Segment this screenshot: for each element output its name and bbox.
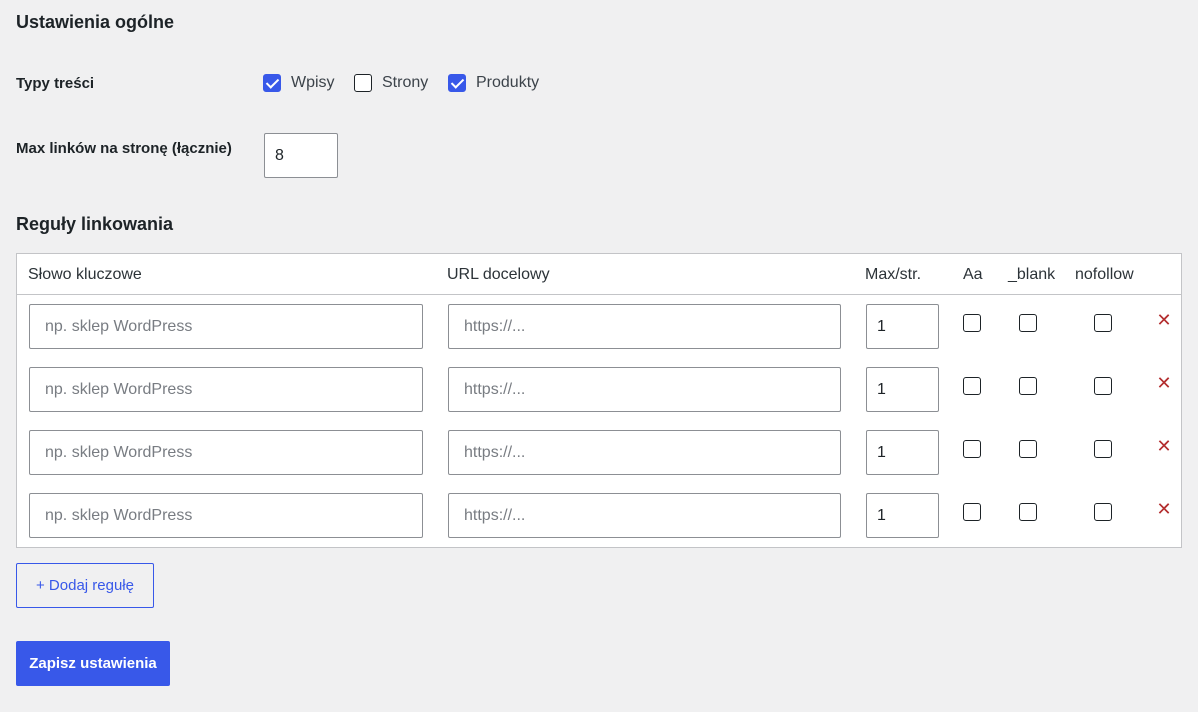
table-row: np. sklep WordPress https://... 1 ✕ — [17, 304, 1181, 367]
case-sensitive-checkbox[interactable] — [963, 377, 981, 395]
max-per-page-value: 1 — [877, 443, 886, 461]
checkbox-produkty[interactable] — [448, 74, 466, 92]
nofollow-checkbox[interactable] — [1094, 377, 1112, 395]
checkbox-label-produkty: Produkty — [476, 74, 540, 91]
nofollow-checkbox[interactable] — [1094, 314, 1112, 332]
table-row: np. sklep WordPress https://... 1 ✕ — [17, 493, 1181, 556]
url-input[interactable]: https://... — [448, 304, 841, 349]
url-placeholder: https://... — [464, 380, 526, 398]
checkbox-wpisy[interactable] — [263, 74, 281, 92]
checkbox-strony[interactable] — [354, 74, 372, 92]
case-sensitive-checkbox[interactable] — [963, 503, 981, 521]
column-nofollow: nofollow — [1075, 266, 1134, 283]
blank-checkbox[interactable] — [1019, 503, 1037, 521]
close-icon[interactable]: ✕ — [1156, 374, 1172, 392]
max-links-value: 8 — [275, 146, 284, 164]
nofollow-checkbox[interactable] — [1094, 440, 1112, 458]
keyword-input[interactable]: np. sklep WordPress — [29, 367, 423, 412]
nofollow-checkbox[interactable] — [1094, 503, 1112, 521]
url-input[interactable]: https://... — [448, 493, 841, 538]
close-icon[interactable]: ✕ — [1156, 311, 1172, 329]
max-per-page-input[interactable]: 1 — [866, 367, 939, 412]
max-per-page-input[interactable]: 1 — [866, 493, 939, 538]
linking-rules-title: Reguły linkowania — [16, 214, 174, 234]
close-icon[interactable]: ✕ — [1156, 500, 1172, 518]
url-input[interactable]: https://... — [448, 430, 841, 475]
add-rule-button[interactable]: + Dodaj regułę — [16, 563, 154, 608]
save-settings-button[interactable]: Zapisz ustawienia — [16, 641, 170, 686]
keyword-input[interactable]: np. sklep WordPress — [29, 493, 423, 538]
keyword-placeholder: np. sklep WordPress — [45, 443, 193, 461]
content-types-label: Typy treści — [16, 75, 95, 92]
table-row: np. sklep WordPress https://... 1 ✕ — [17, 430, 1181, 493]
max-per-page-value: 1 — [877, 317, 886, 335]
table-row: np. sklep WordPress https://... 1 ✕ — [17, 367, 1181, 430]
general-settings-title: Ustawienia ogólne — [16, 12, 175, 32]
case-sensitive-checkbox[interactable] — [963, 440, 981, 458]
keyword-input[interactable]: np. sklep WordPress — [29, 430, 423, 475]
url-placeholder: https://... — [464, 506, 526, 524]
max-per-page-value: 1 — [877, 506, 886, 524]
blank-checkbox[interactable] — [1019, 440, 1037, 458]
url-placeholder: https://... — [464, 443, 526, 461]
url-placeholder: https://... — [464, 317, 526, 335]
max-per-page-value: 1 — [877, 380, 886, 398]
max-per-page-input[interactable]: 1 — [866, 304, 939, 349]
checkbox-label-wpisy: Wpisy — [291, 74, 335, 91]
column-url: URL docelowy — [447, 266, 550, 283]
blank-checkbox[interactable] — [1019, 314, 1037, 332]
keyword-placeholder: np. sklep WordPress — [45, 317, 193, 335]
keyword-placeholder: np. sklep WordPress — [45, 506, 193, 524]
keyword-input[interactable]: np. sklep WordPress — [29, 304, 423, 349]
case-sensitive-checkbox[interactable] — [963, 314, 981, 332]
checkbox-option-strony[interactable]: Strony — [354, 74, 428, 92]
checkbox-option-wpisy[interactable]: Wpisy — [263, 74, 335, 92]
column-case: Aa — [963, 266, 983, 283]
column-keyword: Słowo kluczowe — [28, 266, 142, 283]
max-per-page-input[interactable]: 1 — [866, 430, 939, 475]
url-input[interactable]: https://... — [448, 367, 841, 412]
blank-checkbox[interactable] — [1019, 377, 1037, 395]
max-links-label: Max linków na stronę (łącznie) — [16, 140, 232, 157]
close-icon[interactable]: ✕ — [1156, 437, 1172, 455]
rules-table-header: Słowo kluczowe URL docelowy Max/str. Aa … — [17, 254, 1181, 295]
column-blank: _blank — [1008, 266, 1056, 283]
column-max: Max/str. — [865, 266, 922, 283]
rules-table: Słowo kluczowe URL docelowy Max/str. Aa … — [16, 253, 1182, 548]
max-links-input[interactable]: 8 — [264, 133, 338, 178]
checkbox-label-strony: Strony — [382, 74, 429, 91]
keyword-placeholder: np. sklep WordPress — [45, 380, 193, 398]
checkbox-option-produkty[interactable]: Produkty — [448, 74, 539, 92]
